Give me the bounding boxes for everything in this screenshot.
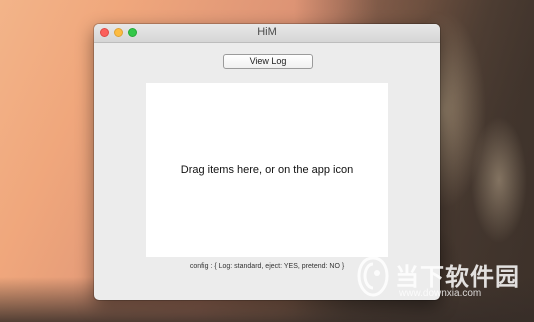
window-title: HiM [257,26,277,38]
title-bar[interactable]: HiM [94,24,440,43]
drop-instructions: Drag items here, or on the app icon [180,164,354,176]
watermark-logo-icon [357,256,389,297]
watermark: 当下软件园 www.downxia.com [355,255,530,311]
watermark-url: www.downxia.com [399,288,482,299]
watermark-text: 当下软件园 [395,263,520,291]
view-log-button[interactable]: View Log [223,54,313,69]
drop-zone[interactable]: Drag items here, or on the app icon [146,83,388,257]
